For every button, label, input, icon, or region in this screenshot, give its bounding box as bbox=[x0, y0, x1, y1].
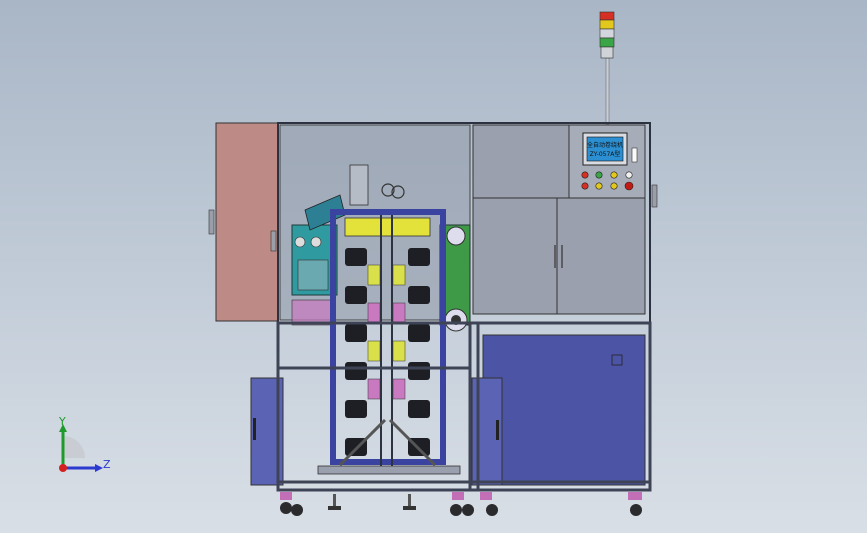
left-door-handle bbox=[208, 209, 215, 235]
axis-triad-icon[interactable]: Y Z bbox=[58, 415, 111, 472]
axis-label-z: Z bbox=[103, 458, 111, 471]
axis-label-y: Y bbox=[58, 415, 66, 428]
push-button-icon[interactable] bbox=[581, 182, 589, 190]
push-button-icon[interactable] bbox=[610, 171, 618, 179]
right-door-handle-left bbox=[270, 230, 277, 252]
leveling-foot bbox=[328, 494, 416, 510]
push-button-icon[interactable] bbox=[610, 182, 618, 190]
push-button-icon[interactable] bbox=[581, 171, 589, 179]
hmi-screen-line-2: ZY-057A型 bbox=[590, 150, 621, 158]
hmi-screen-line-1: 全自动卷绕机 bbox=[587, 141, 623, 149]
emergency-stop-button[interactable] bbox=[624, 181, 634, 191]
signal-tower-icon bbox=[599, 11, 615, 125]
cad-viewport[interactable]: 全自动卷绕机 ZY-057A型 Y Z bbox=[0, 0, 867, 533]
caster-wheel-icon bbox=[280, 492, 303, 516]
push-button-icon[interactable] bbox=[595, 182, 603, 190]
push-button-icon[interactable] bbox=[625, 171, 633, 179]
caster-wheel-icon bbox=[450, 492, 498, 516]
push-button-icon[interactable] bbox=[595, 171, 603, 179]
caster-wheel-icon bbox=[628, 492, 642, 516]
right-cabinet bbox=[482, 334, 646, 486]
left-side-door bbox=[215, 122, 279, 322]
